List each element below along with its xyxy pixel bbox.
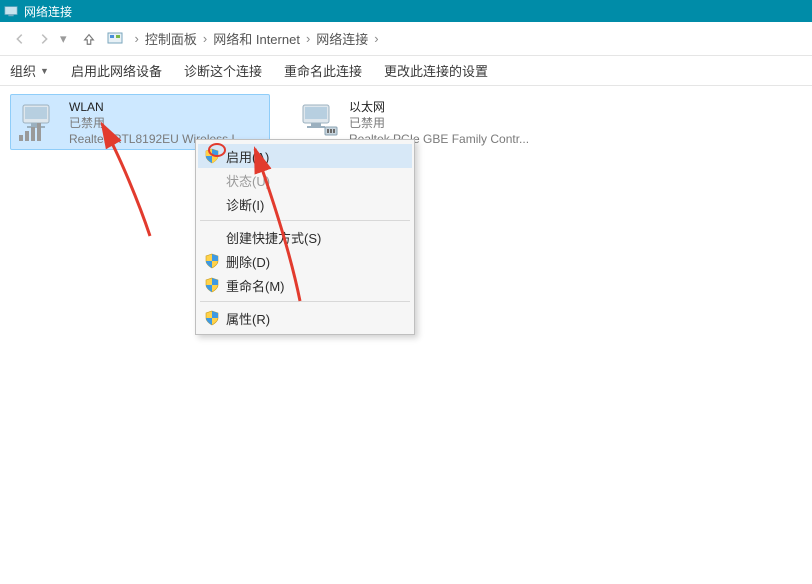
content-area: WLAN 已禁用 Realtek RTL8192EU Wireless L... bbox=[0, 86, 812, 584]
chevron-right-icon: › bbox=[203, 31, 207, 46]
ctx-rename[interactable]: 重命名(M) bbox=[198, 273, 412, 297]
ctx-separator bbox=[200, 220, 410, 221]
adapter-name: 以太网 bbox=[349, 99, 529, 115]
cmd-organize-label: 组织 bbox=[10, 61, 36, 80]
ctx-enable[interactable]: 启用(A) bbox=[198, 144, 412, 168]
cmd-enable-device[interactable]: 启用此网络设备 bbox=[71, 61, 162, 80]
cmd-organize[interactable]: 组织 ▼ bbox=[10, 61, 49, 80]
adapter-status: 已禁用 bbox=[349, 115, 529, 131]
uac-shield-icon bbox=[204, 277, 220, 293]
title-bar: 网络连接 bbox=[0, 0, 812, 22]
ctx-enable-label: 启用(A) bbox=[226, 147, 269, 166]
crumb-network-internet[interactable]: 网络和 Internet bbox=[213, 29, 300, 48]
nav-up-button[interactable] bbox=[77, 27, 101, 51]
ctx-diagnose-label: 诊断(I) bbox=[226, 195, 264, 214]
adapter-status: 已禁用 bbox=[69, 115, 248, 131]
ctx-delete[interactable]: 删除(D) bbox=[198, 249, 412, 273]
ctx-create-shortcut-label: 创建快捷方式(S) bbox=[226, 228, 321, 247]
chevron-right-icon: › bbox=[374, 31, 378, 46]
window-title: 网络连接 bbox=[24, 3, 72, 20]
ctx-rename-label: 重命名(M) bbox=[226, 276, 285, 295]
ctx-create-shortcut[interactable]: 创建快捷方式(S) bbox=[198, 225, 412, 249]
chevron-right-icon: › bbox=[306, 31, 310, 46]
adapter-name: WLAN bbox=[69, 99, 248, 115]
nav-sep: ▾ bbox=[60, 31, 67, 47]
cmd-rename[interactable]: 重命名此连接 bbox=[284, 61, 362, 80]
wlan-adapter-icon bbox=[17, 99, 61, 143]
cmd-change-settings[interactable]: 更改此连接的设置 bbox=[384, 61, 488, 80]
crumb-network-connections[interactable]: 网络连接 bbox=[316, 29, 368, 48]
chevron-down-icon: ▼ bbox=[40, 66, 49, 76]
cmd-diagnose[interactable]: 诊断这个连接 bbox=[184, 61, 262, 80]
uac-shield-icon bbox=[204, 253, 220, 269]
chevron-right-icon: › bbox=[135, 31, 139, 46]
control-panel-icon bbox=[107, 31, 123, 47]
ctx-separator bbox=[200, 301, 410, 302]
ctx-delete-label: 删除(D) bbox=[226, 252, 270, 271]
command-bar: 组织 ▼ 启用此网络设备 诊断这个连接 重命名此连接 更改此连接的设置 bbox=[0, 56, 812, 86]
ctx-status-label: 状态(U) bbox=[226, 171, 270, 190]
uac-shield-icon bbox=[204, 310, 220, 326]
crumb-control-panel[interactable]: 控制面板 bbox=[145, 29, 197, 48]
ethernet-adapter-icon bbox=[297, 99, 341, 143]
ctx-properties-label: 属性(R) bbox=[226, 309, 270, 328]
nav-back-button[interactable] bbox=[8, 27, 32, 51]
ctx-properties[interactable]: 属性(R) bbox=[198, 306, 412, 330]
window-icon bbox=[4, 4, 18, 18]
nav-forward-button[interactable] bbox=[32, 27, 56, 51]
context-menu: 启用(A) 状态(U) 诊断(I) 创建快捷方式(S) 删除(D) bbox=[195, 139, 415, 335]
uac-shield-icon bbox=[204, 148, 220, 164]
nav-bar: ▾ › 控制面板 › 网络和 Internet › 网络连接 › bbox=[0, 22, 812, 56]
signal-bars-icon bbox=[19, 123, 41, 141]
ctx-status: 状态(U) bbox=[198, 168, 412, 192]
breadcrumb: › 控制面板 › 网络和 Internet › 网络连接 › bbox=[107, 29, 385, 48]
ctx-diagnose[interactable]: 诊断(I) bbox=[198, 192, 412, 216]
